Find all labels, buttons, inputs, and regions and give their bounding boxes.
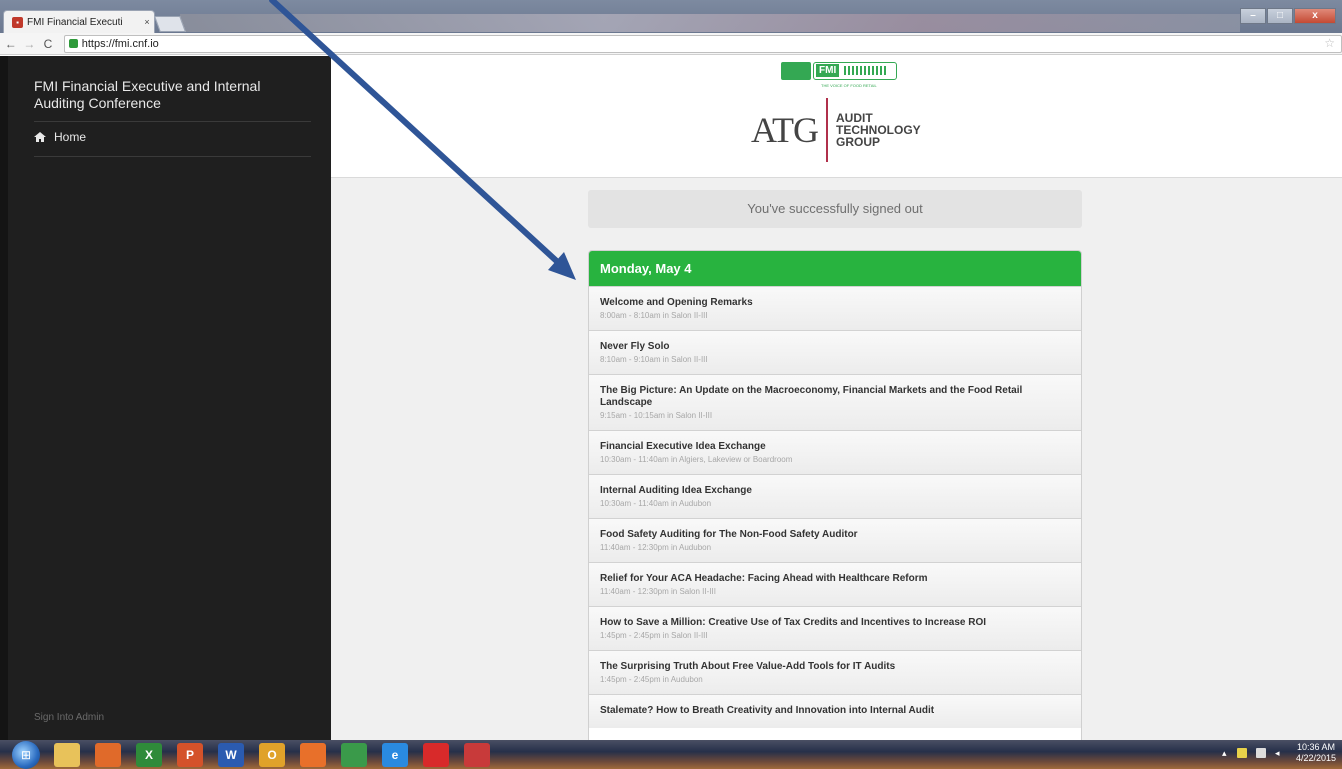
session-item[interactable]: Relief for Your ACA Headache: Facing Ahe… [589, 562, 1081, 606]
session-item[interactable]: Stalemate? How to Breath Creativity and … [589, 694, 1081, 728]
session-title: Welcome and Opening Remarks [600, 297, 753, 308]
session-title: Stalemate? How to Breath Creativity and … [600, 705, 935, 716]
session-time-location: 10:30am - 11:40am in Algiers, Lakeview o… [600, 455, 793, 464]
browser-toolbar: ← → C https://fmi.cnf.io ☆ [0, 33, 1342, 55]
session-list: Welcome and Opening Remarks 8:00am - 8:10… [589, 286, 1081, 728]
excel-icon[interactable]: X [136, 742, 162, 767]
session-time-location: 8:10am - 9:10am in Salon II-III [600, 355, 708, 364]
fmi-tagline: THE VOICE OF FOOD RETAIL [821, 83, 877, 88]
tray-arrow-icon[interactable]: ▴ [1222, 748, 1228, 758]
new-tab-button[interactable] [154, 16, 186, 32]
session-time-location: 1:45pm - 2:45pm in Audubon [600, 675, 703, 684]
session-title: How to Save a Million: Creative Use of T… [600, 617, 987, 628]
session-title: The Big Picture: An Update on the Macroe… [600, 385, 1023, 408]
atg-word-3: GROUP [836, 135, 881, 149]
acrobat-icon[interactable] [423, 742, 449, 767]
media-player-icon[interactable] [95, 742, 121, 767]
bookmark-star-icon[interactable]: ☆ [1324, 36, 1335, 50]
screen: ▪ FMI Financial Executi × – □ x ← → C ht… [0, 0, 1342, 769]
session-title: Food Safety Auditing for The Non-Food Sa… [600, 529, 858, 540]
powerpoint-icon[interactable]: P [177, 742, 203, 767]
conference-title[interactable]: FMI Financial Executive and Internal Aud… [34, 78, 314, 112]
firefox-icon[interactable] [300, 742, 326, 767]
schedule-panel: Monday, May 4 Welcome and Opening Remark… [588, 250, 1082, 740]
session-title: Never Fly Solo [600, 341, 670, 352]
session-item[interactable]: Welcome and Opening Remarks 8:00am - 8:10… [589, 286, 1081, 330]
word-icon[interactable]: W [218, 742, 244, 767]
chrome-icon[interactable] [341, 742, 367, 767]
url-text: https://fmi.cnf.io [81, 37, 159, 50]
fmi-logo-bars [844, 66, 888, 75]
session-time-location: 11:40am - 12:30pm in Audubon [600, 543, 712, 552]
sidebar-item-label: Home [54, 130, 87, 144]
session-title: The Surprising Truth About Free Value-Ad… [600, 661, 896, 672]
session-time-location: 11:40am - 12:30pm in Salon II-III [600, 587, 716, 596]
session-item[interactable]: The Surprising Truth About Free Value-Ad… [589, 650, 1081, 694]
session-item[interactable]: Internal Auditing Idea Exchange 10:30am -… [589, 474, 1081, 518]
divider [34, 121, 311, 122]
atg-divider [826, 98, 828, 162]
main-content: You've successfully signed out Monday, M… [331, 178, 1342, 740]
session-time-location: 1:45pm - 2:45pm in Salon II-III [600, 631, 708, 640]
tab-close-icon[interactable]: × [140, 17, 154, 27]
atg-mark: ATG [751, 110, 819, 150]
maximize-button[interactable]: □ [1267, 8, 1293, 24]
lock-icon [68, 39, 78, 48]
reload-button[interactable]: C [40, 37, 56, 51]
session-time-location: 8:00am - 8:10am in Salon II-III [600, 311, 708, 320]
fmi-logo-box: FMI [813, 62, 897, 80]
session-time-location: 9:15am - 10:15am in Salon II-III [600, 411, 713, 420]
session-item[interactable]: The Big Picture: An Update on the Macroe… [589, 374, 1081, 430]
sidebar-item-home[interactable]: Home [34, 130, 86, 144]
network-icon[interactable] [1255, 748, 1266, 758]
address-bar[interactable]: https://fmi.cnf.io ☆ [63, 34, 1342, 53]
signout-notice: You've successfully signed out [588, 190, 1082, 228]
tab-title: FMI Financial Executi [27, 16, 123, 28]
session-title: Internal Auditing Idea Exchange [600, 485, 752, 496]
clock-date: 4/22/2015 [1295, 753, 1336, 763]
minimize-button[interactable]: – [1240, 8, 1266, 24]
taskbar-apps: XPWOe [54, 742, 505, 767]
session-time-location: 10:30am - 11:40am in Audubon [600, 499, 712, 508]
browser-titlebar: ▪ FMI Financial Executi × – □ x [0, 0, 1342, 33]
session-title: Financial Executive Idea Exchange [600, 441, 766, 452]
divider [34, 156, 311, 157]
session-item[interactable]: Never Fly Solo 8:10am - 9:10am in Salon I… [589, 330, 1081, 374]
sidebar: FMI Financial Executive and Internal Aud… [0, 56, 331, 740]
page-header: FMI THE VOICE OF FOOD RETAIL ATG AUDIT T… [331, 56, 1342, 178]
ie-icon[interactable]: e [382, 742, 408, 767]
explorer-icon[interactable] [54, 742, 80, 767]
clock-time: 10:36 AM [1296, 742, 1335, 752]
outlook-icon[interactable]: O [259, 742, 285, 767]
sign-into-admin-link[interactable]: Sign Into Admin [34, 712, 104, 723]
flag-icon[interactable] [1236, 748, 1247, 758]
session-item[interactable]: How to Save a Million: Creative Use of T… [589, 606, 1081, 650]
fmi-logo-block [781, 62, 811, 80]
favicon-icon: ▪ [12, 16, 23, 28]
day-heading: Monday, May 4 [589, 251, 1081, 286]
clock[interactable]: 10:36 AM 4/22/2015 [1296, 742, 1336, 764]
volume-icon[interactable]: ◂ [1275, 748, 1283, 758]
close-window-button[interactable]: x [1294, 8, 1336, 24]
session-item[interactable]: Food Safety Auditing for The Non-Food Sa… [589, 518, 1081, 562]
session-title: Relief for Your ACA Headache: Facing Ahe… [600, 573, 928, 584]
snipping-icon[interactable] [464, 742, 490, 767]
titlebar-background [180, 14, 1240, 32]
browser-tab[interactable]: ▪ FMI Financial Executi × [3, 10, 155, 33]
atg-logo: ATG AUDIT TECHNOLOGY GROUP [751, 98, 921, 162]
atg-wordmark: AUDIT TECHNOLOGY GROUP [836, 112, 921, 148]
start-button[interactable]: ⊞ [12, 740, 40, 769]
session-item[interactable]: Financial Executive Idea Exchange 10:30am… [589, 430, 1081, 474]
fmi-logo: FMI THE VOICE OF FOOD RETAIL [781, 62, 897, 88]
fmi-logo-text: FMI [816, 64, 840, 77]
window-controls: – □ x [1240, 8, 1336, 24]
forward-button[interactable]: → [22, 37, 38, 51]
app-area: FMI Financial Executive and Internal Aud… [0, 56, 1342, 740]
home-icon [34, 132, 46, 142]
back-button[interactable]: ← [3, 37, 19, 51]
windows-taskbar: ⊞ XPWOe ▴ ◂ 10:36 AM 4/22/2015 [0, 740, 1342, 769]
system-tray: ▴ ◂ 10:36 AM 4/22/2015 [1222, 742, 1340, 764]
